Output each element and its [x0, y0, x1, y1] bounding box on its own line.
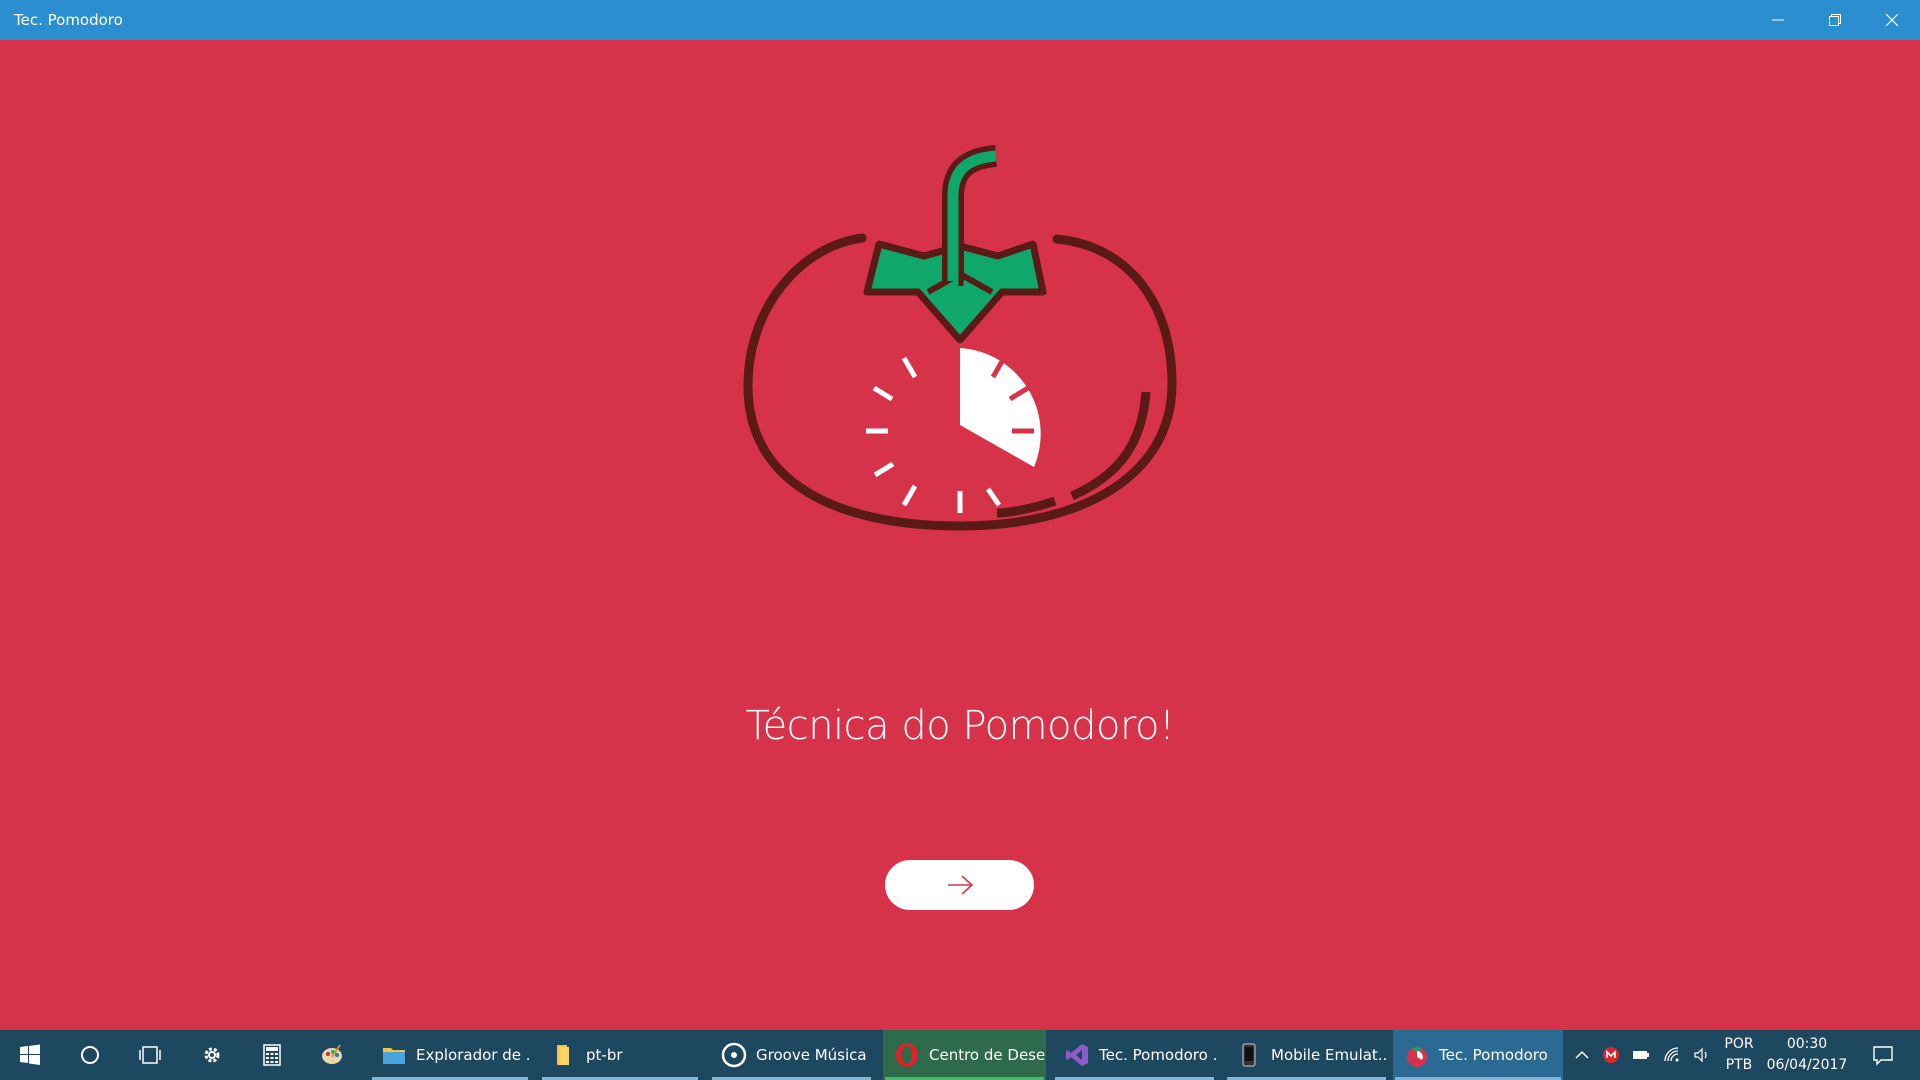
taskbar-app-groove[interactable]: Groove Música [710, 1030, 873, 1080]
cortana-icon [81, 1046, 99, 1064]
groove-music-icon [721, 1042, 747, 1068]
wifi-icon [1664, 1047, 1679, 1062]
tray-wifi-button[interactable] [1658, 1030, 1686, 1080]
volume-icon [1694, 1047, 1707, 1063]
clock-date: 06/04/2017 [1766, 1057, 1848, 1073]
taskbar-app-mobile-emulator[interactable]: Mobile Emulat... [1225, 1030, 1388, 1080]
clock[interactable]: 00:30 06/04/2017 [1762, 1034, 1852, 1076]
phone-icon [1242, 1043, 1256, 1067]
notification-icon [1873, 1046, 1893, 1066]
taskbar: Explorador de ... pt-br Groove Música Ce… [0, 1030, 1920, 1080]
close-button[interactable] [1863, 0, 1920, 40]
cortana-button[interactable] [60, 1030, 120, 1080]
main-content: Técnica do Pomodoro! [0, 40, 1920, 1030]
taskbar-app-explorer[interactable]: Explorador de ... [370, 1030, 530, 1080]
minimize-icon [1771, 19, 1784, 21]
minimize-button[interactable] [1749, 0, 1806, 40]
input-language-indicator[interactable]: POR PTB [1718, 1034, 1760, 1076]
action-center-button[interactable] [1858, 1030, 1908, 1080]
taskbar-app-label: pt-br [586, 1046, 623, 1064]
taskbar-app-label: Tec. Pomodoro [1439, 1046, 1548, 1064]
window-title: Tec. Pomodoro [14, 11, 123, 29]
calculator-icon [263, 1044, 281, 1066]
folder-icon [557, 1045, 569, 1065]
taskbar-app-visual-studio[interactable]: Tec. Pomodoro ... [1053, 1030, 1216, 1080]
folder-icon [383, 1048, 405, 1064]
language-code: POR [1724, 1036, 1754, 1052]
next-button[interactable] [885, 860, 1034, 910]
paint-button[interactable] [302, 1030, 362, 1080]
title-bar: Tec. Pomodoro [0, 0, 1920, 40]
settings-button[interactable] [182, 1030, 242, 1080]
restore-icon [1828, 14, 1841, 26]
settings-icon [204, 1047, 220, 1063]
mega-icon [1603, 1047, 1619, 1063]
tray-battery-button[interactable] [1628, 1030, 1654, 1080]
taskbar-app-tec-pomodoro[interactable]: Tec. Pomodoro [1393, 1030, 1563, 1080]
arrow-right-icon [947, 875, 973, 895]
clock-time: 00:30 [1786, 1036, 1828, 1052]
taskbar-app-pt-br[interactable]: pt-br [540, 1030, 700, 1080]
taskbar-app-label: Explorador de ... [416, 1046, 530, 1064]
tray-volume-button[interactable] [1688, 1030, 1716, 1080]
taskbar-app-label: Mobile Emulat... [1271, 1046, 1388, 1064]
taskbar-app-label: Tec. Pomodoro ... [1099, 1046, 1216, 1064]
visual-studio-icon [1066, 1044, 1088, 1066]
tray-mega-button[interactable] [1598, 1030, 1624, 1080]
keyboard-layout-code: PTB [1725, 1057, 1753, 1073]
start-button[interactable] [0, 1030, 60, 1080]
opera-icon [896, 1043, 918, 1067]
chevron-up-icon [1575, 1050, 1589, 1059]
tomato-icon [1407, 1047, 1427, 1067]
page-title: Técnica do Pomodoro! [745, 703, 1175, 749]
taskbar-app-label: Centro de Dese... [929, 1046, 1046, 1064]
task-view-button[interactable] [120, 1030, 180, 1080]
start-icon [20, 1044, 40, 1065]
show-hidden-icons-button[interactable] [1570, 1030, 1594, 1080]
task-view-icon [139, 1046, 161, 1064]
taskbar-app-opera[interactable]: Centro de Dese... [883, 1030, 1046, 1080]
calculator-button[interactable] [242, 1030, 302, 1080]
paint-icon [322, 1044, 342, 1064]
restore-button[interactable] [1806, 0, 1863, 40]
pomodoro-tomato-clock-icon [743, 145, 1177, 531]
taskbar-app-label: Groove Música [756, 1046, 867, 1064]
close-icon [1885, 13, 1898, 27]
battery-icon [1633, 1051, 1649, 1059]
